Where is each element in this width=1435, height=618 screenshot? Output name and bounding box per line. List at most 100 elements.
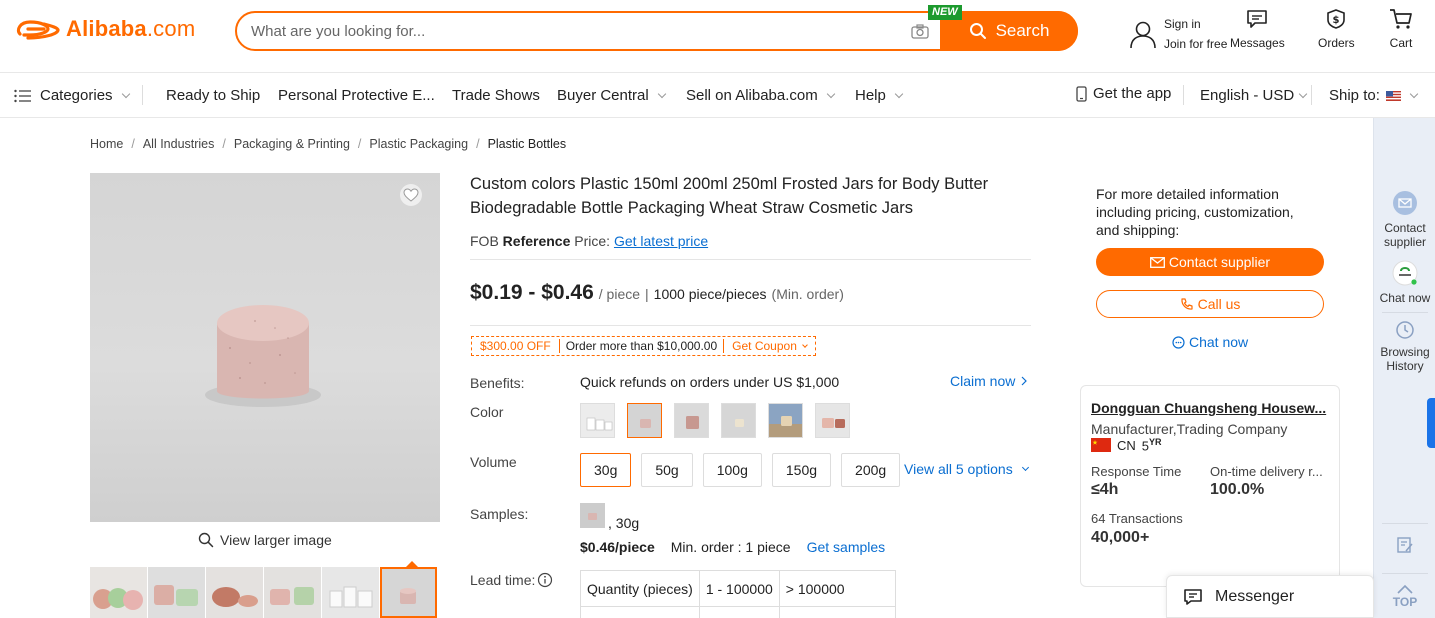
color-swatch[interactable] [721, 403, 756, 438]
supplier-type: Manufacturer,Trading Company [1091, 421, 1288, 437]
messenger-button[interactable]: Messenger [1166, 575, 1374, 618]
categories-menu[interactable]: Categories [14, 87, 130, 104]
table-cell: 1 - 100000 [698, 570, 780, 607]
table-row: Quantity (pieces) 1 - 100000 > 100000 [580, 570, 896, 607]
join-free-link[interactable]: Join for free [1164, 34, 1227, 54]
nav-trade-shows[interactable]: Trade Shows [452, 87, 540, 104]
call-us-button[interactable]: Call us [1096, 290, 1324, 318]
thumbnail[interactable] [322, 567, 379, 618]
messenger-label: Messenger [1215, 587, 1295, 605]
volume-option[interactable]: 200g [841, 453, 901, 487]
cart-button[interactable]: Cart [1389, 8, 1413, 50]
favorite-heart-icon[interactable] [400, 184, 422, 206]
chevron-right-icon [1021, 376, 1028, 386]
thumbnail-strip [90, 567, 437, 618]
cart-label: Cart [1389, 36, 1413, 50]
volume-option[interactable]: 100g [702, 453, 762, 487]
benefits-label: Benefits: [470, 375, 525, 391]
chevron-down-icon [1409, 89, 1419, 98]
search-input[interactable] [237, 13, 900, 49]
breadcrumb-packaging-printing[interactable]: Packaging & Printing [234, 137, 350, 151]
price-separator: | [645, 286, 649, 302]
rail-browsing-history[interactable]: Browsing History [1374, 320, 1435, 373]
chat-now-link[interactable]: Chat now [1172, 334, 1248, 350]
contact-info-text: For more detailed information including … [1096, 186, 1294, 238]
search-icon [969, 23, 986, 39]
view-all-options-link[interactable]: View all 5 options [904, 461, 1029, 477]
claim-now-link[interactable]: Claim now [950, 373, 1028, 389]
get-samples-link[interactable]: Get samples [807, 539, 886, 555]
orders-button[interactable]: $ Orders [1318, 8, 1355, 50]
sign-in-link[interactable]: Sign in [1164, 14, 1227, 34]
side-tab[interactable] [1427, 398, 1435, 448]
product-main-image[interactable] [90, 173, 440, 522]
breadcrumb-home[interactable]: Home [90, 137, 123, 151]
price-unit: / piece [598, 286, 641, 302]
chevron-down-icon [826, 89, 835, 98]
volume-option[interactable]: 50g [641, 453, 693, 487]
breadcrumb-plastic-packaging[interactable]: Plastic Packaging [369, 137, 468, 151]
message-icon [1247, 10, 1268, 28]
get-app-label: Get the app [1093, 85, 1172, 102]
color-swatch-selected[interactable] [627, 403, 662, 438]
thumbnail[interactable] [264, 567, 321, 618]
nav-buyer-central[interactable]: Buyer Central [557, 87, 666, 104]
get-coupon-button[interactable]: Get Coupon [724, 339, 815, 353]
rail-feedback[interactable] [1374, 536, 1435, 557]
back-to-top-button[interactable]: TOP [1374, 583, 1435, 609]
volume-option-selected[interactable]: 30g [580, 453, 632, 487]
rail-chat-now[interactable]: Chat now [1374, 259, 1435, 305]
color-swatch[interactable] [815, 403, 850, 438]
thumbnail[interactable] [206, 567, 263, 618]
alibaba-logo-icon [16, 20, 60, 40]
get-latest-price-link[interactable]: Get latest price [614, 233, 708, 249]
on-time-delivery-value: 100.0% [1210, 481, 1265, 498]
nav-help[interactable]: Help [855, 87, 904, 104]
nav-ready-to-ship[interactable]: Ready to Ship [166, 87, 260, 104]
breadcrumb-all-industries[interactable]: All Industries [143, 137, 215, 151]
sample-variant: , 30g [580, 503, 639, 531]
price-range: $0.19 - $0.46 [470, 281, 594, 304]
supplier-years-suffix: YR [1149, 437, 1162, 447]
color-label: Color [470, 404, 504, 420]
sign-in-area[interactable]: Sign in Join for free [1128, 14, 1227, 54]
lead-time-table: Quantity (pieces) 1 - 100000 > 100000 [580, 570, 896, 618]
table-cell: Quantity (pieces) [580, 570, 700, 607]
chevron-down-icon [121, 89, 130, 98]
chevron-down-icon [894, 89, 904, 98]
info-icon[interactable] [537, 572, 553, 588]
color-swatch[interactable] [580, 403, 615, 438]
color-swatch[interactable] [768, 403, 803, 438]
coupon-banner: $300.00 OFF Order more than $10,000.00 G… [471, 336, 816, 356]
language-selector[interactable]: English - USD [1200, 87, 1308, 104]
sample-price: $0.46/piece [580, 539, 655, 555]
nav-sell-on-alibaba[interactable]: Sell on Alibaba.com [686, 87, 835, 104]
contact-supplier-button[interactable]: Contact supplier [1096, 248, 1324, 276]
table-cell [698, 606, 780, 618]
chevron-down-icon [1298, 89, 1308, 98]
thumbnail[interactable] [148, 567, 205, 618]
thumbnail-active[interactable] [380, 567, 437, 618]
rail-contact-supplier[interactable]: Contact supplier [1374, 190, 1435, 249]
color-swatch[interactable] [674, 403, 709, 438]
nav-personal-protective[interactable]: Personal Protective E... [278, 87, 435, 104]
supplier-name-link[interactable]: Dongguan Chuangsheng Housew... [1091, 400, 1331, 416]
volume-option[interactable]: 150g [771, 453, 832, 487]
messages-button[interactable]: Messages [1230, 8, 1285, 50]
samples-label: Samples: [470, 506, 529, 522]
cart-icon [1390, 9, 1412, 29]
supplier-years: 5 [1141, 438, 1150, 454]
mail-circle-icon [1393, 191, 1417, 215]
table-cell: > 100000 [778, 570, 896, 607]
thumbnail[interactable] [90, 567, 147, 618]
zoom-icon [198, 532, 214, 548]
product-jar-image [205, 305, 321, 407]
alibaba-logo[interactable]: Alibaba.com [14, 16, 195, 42]
view-larger-image[interactable]: View larger image [198, 532, 332, 548]
sample-thumbnail[interactable] [580, 503, 605, 528]
price-row: $0.19 - $0.46 / piece | 1000 piece/piece… [470, 281, 844, 305]
breadcrumb-plastic-bottles[interactable]: Plastic Bottles [488, 137, 567, 151]
coupon-amount: $300.00 OFF [472, 339, 560, 353]
ship-to-selector[interactable]: Ship to: [1329, 87, 1419, 104]
get-the-app[interactable]: Get the app [1076, 85, 1171, 102]
